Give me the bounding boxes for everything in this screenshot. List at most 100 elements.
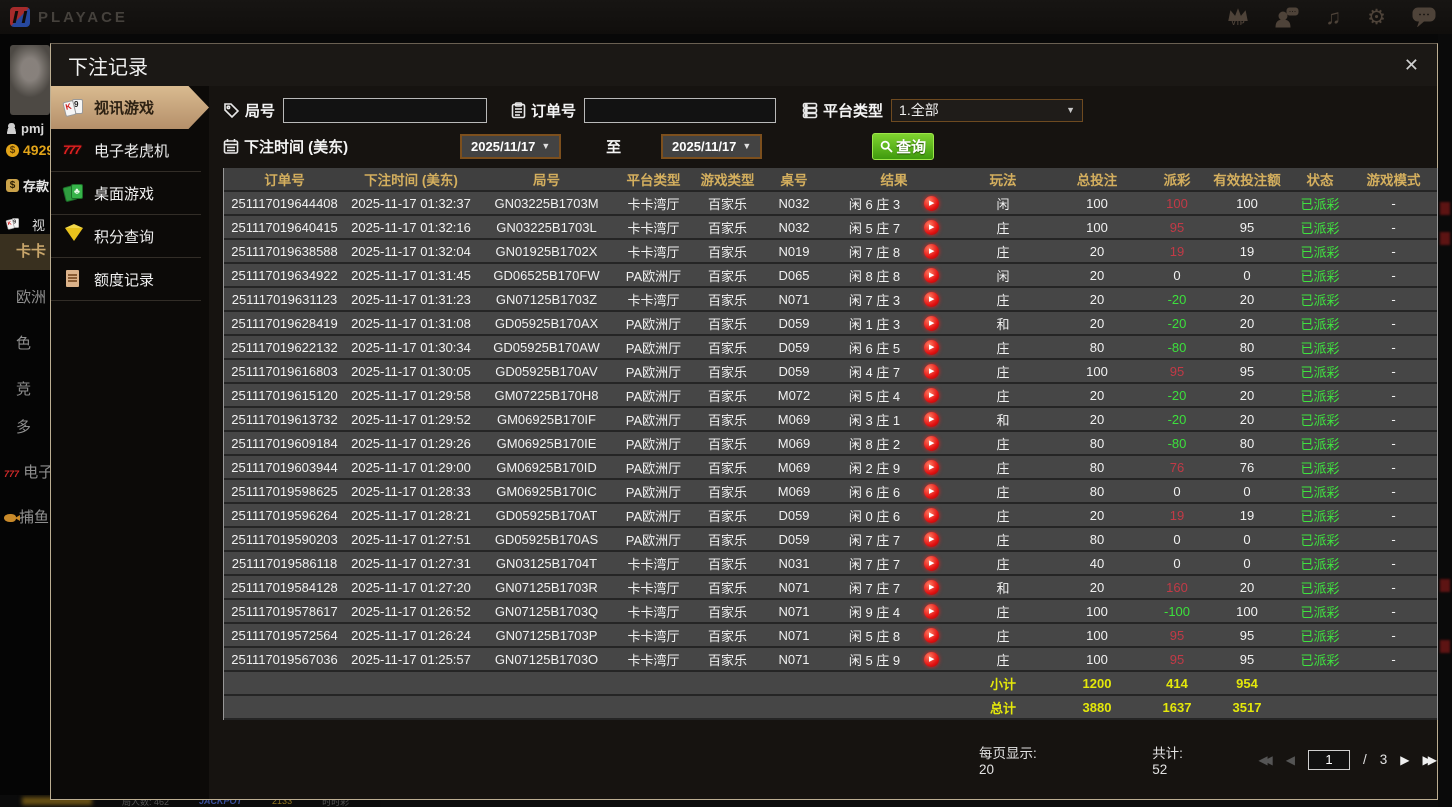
cell-play: 和 xyxy=(996,412,1010,428)
cell-mode: - xyxy=(1391,459,1396,475)
user-icon xyxy=(6,123,17,134)
result-text: 闲 6 庄 5 xyxy=(848,340,901,356)
cell-valid-bet: 20 xyxy=(1239,387,1255,403)
total-pages: 3 xyxy=(1379,752,1388,767)
cell-status: 已派彩 xyxy=(1300,556,1340,572)
replay-button[interactable]: ▶ xyxy=(924,459,940,475)
date-to-picker[interactable]: 2025/11/17 ▼ xyxy=(661,133,763,159)
close-icon[interactable]: ✕ xyxy=(1400,54,1423,76)
sidebar-item-table-games[interactable]: 桌面游戏 xyxy=(51,172,201,215)
replay-button[interactable]: ▶ xyxy=(924,627,940,643)
replay-button[interactable]: ▶ xyxy=(924,603,940,619)
first-page-icon[interactable]: ◀◀ xyxy=(1258,753,1273,767)
cell-payout: 95 xyxy=(1169,627,1185,643)
table-row: 251117019590203 2025-11-17 01:27:51 GD0592… xyxy=(224,528,1437,552)
cell-status: 已派彩 xyxy=(1300,364,1340,380)
clipboard-icon xyxy=(511,101,526,118)
table-row: 251117019615120 2025-11-17 01:29:58 GM0722… xyxy=(224,384,1437,408)
table-row: 251117019638588 2025-11-17 01:32:04 GN0192… xyxy=(224,240,1437,264)
table-row: 251117019644408 2025-11-17 01:32:37 GN0322… xyxy=(224,192,1437,216)
cell-valid-bet: 80 xyxy=(1239,435,1255,451)
cell-mode: - xyxy=(1391,363,1396,379)
date-from-picker[interactable]: 2025/11/17 ▼ xyxy=(460,133,562,159)
customer-service-icon[interactable] xyxy=(1275,7,1299,28)
music-icon[interactable]: ♫ xyxy=(1325,7,1341,28)
cell-mode: - xyxy=(1391,651,1396,667)
replay-button[interactable]: ▶ xyxy=(924,411,940,427)
cell-round-id: GN07125B1703P xyxy=(495,627,598,643)
search-button[interactable]: 查询 xyxy=(872,132,935,160)
cell-status: 已派彩 xyxy=(1300,436,1340,452)
cell-total-bet: 80 xyxy=(1089,339,1105,355)
replay-button[interactable]: ▶ xyxy=(924,651,940,667)
order-number-input[interactable] xyxy=(584,97,777,123)
cell-payout: -100 xyxy=(1163,603,1191,619)
cards-icon: K9 xyxy=(5,218,20,231)
col-bet-time: 下注时间 (美东) xyxy=(364,173,458,188)
replay-button[interactable]: ▶ xyxy=(924,483,940,499)
replay-button[interactable]: ▶ xyxy=(924,531,940,547)
table-row: 251117019616803 2025-11-17 01:30:05 GD0592… xyxy=(224,360,1437,384)
replay-button[interactable]: ▶ xyxy=(924,387,940,403)
page-separator: / xyxy=(1363,752,1367,767)
lobby-background-left: pmj $ 4929 $ 存款 K9 视 卡卡 欧洲 色 竞 多 777 电子 … xyxy=(0,34,50,807)
replay-button[interactable]: ▶ xyxy=(924,315,940,331)
replay-button[interactable]: ▶ xyxy=(924,507,940,523)
cell-round-id: GM06925B170IE xyxy=(496,435,597,451)
replay-button[interactable]: ▶ xyxy=(924,555,940,571)
next-page-icon[interactable]: ▶ xyxy=(1400,753,1409,767)
cell-result: 闲 2 庄 9 ▶ xyxy=(824,458,964,477)
cell-play: 闲 xyxy=(996,196,1010,212)
cell-play: 庄 xyxy=(996,532,1010,548)
col-platform: 平台类型 xyxy=(626,173,681,188)
sidebar-item-video-games[interactable]: K9 视讯游戏 xyxy=(51,86,209,129)
replay-button[interactable]: ▶ xyxy=(924,243,940,259)
cell-game-type: 百家乐 xyxy=(707,364,747,380)
chat-icon[interactable] xyxy=(1412,7,1436,27)
result-text: 闲 6 庄 3 xyxy=(848,196,901,212)
replay-button[interactable]: ▶ xyxy=(924,291,940,307)
cell-mode: - xyxy=(1391,435,1396,451)
cell-payout: -20 xyxy=(1167,411,1187,427)
cell-order-id: 251117019590203 xyxy=(231,531,338,547)
table-row: 251117019572564 2025-11-17 01:26:24 GN0712… xyxy=(224,624,1437,648)
prev-page-icon[interactable]: ◀ xyxy=(1286,753,1295,767)
replay-button[interactable]: ▶ xyxy=(924,435,940,451)
cell-play: 小计 xyxy=(989,676,1016,692)
avatar xyxy=(10,45,50,115)
replay-button[interactable]: ▶ xyxy=(924,219,940,235)
menu-fragment: 视 xyxy=(32,217,46,233)
platform-type-select[interactable]: 1.全部 ▼ xyxy=(891,98,1084,122)
page-number-input[interactable] xyxy=(1308,749,1351,770)
cell-result: 闲 7 庄 7 ▶ xyxy=(824,578,964,597)
table-row: 251117019634922 2025-11-17 01:31:45 GD0652… xyxy=(224,264,1437,288)
last-page-icon[interactable]: ▶▶ xyxy=(1423,753,1438,767)
replay-button[interactable]: ▶ xyxy=(924,267,940,283)
sidebar-item-slots[interactable]: 777 电子老虎机 xyxy=(51,129,201,172)
slot-777-icon: 777 xyxy=(63,143,81,157)
replay-button[interactable]: ▶ xyxy=(924,363,940,379)
cell-total-bet: 20 xyxy=(1089,579,1105,595)
cell-order-id: 251117019586118 xyxy=(231,555,338,571)
cell-platform: 卡卡湾厅 xyxy=(627,220,680,236)
cell-total-bet: 20 xyxy=(1089,291,1105,307)
cell-order-id: 251117019584128 xyxy=(231,579,338,595)
cell-play: 和 xyxy=(996,580,1010,596)
cell-total-bet: 20 xyxy=(1089,411,1105,427)
cell-table-no: M069 xyxy=(777,483,811,499)
vip-icon[interactable]: VIP xyxy=(1227,7,1249,27)
sidebar-item-quota-records[interactable]: 额度记录 xyxy=(51,258,201,301)
gear-icon[interactable]: ⚙ xyxy=(1367,7,1386,28)
round-number-input[interactable] xyxy=(283,97,488,123)
cell-bet-time: 2025-11-17 01:32:04 xyxy=(351,243,471,259)
cell-status: 已派彩 xyxy=(1300,220,1340,236)
cell-total-bet: 40 xyxy=(1089,555,1105,571)
replay-button[interactable]: ▶ xyxy=(924,339,940,355)
replay-button[interactable]: ▶ xyxy=(924,195,940,211)
sidebar-item-points-query[interactable]: 积分查询 xyxy=(51,215,201,258)
cell-round-id: GN07125B1703Z xyxy=(495,291,598,307)
table-row: 251117019578617 2025-11-17 01:26:52 GN0712… xyxy=(224,600,1437,624)
cell-mode: - xyxy=(1391,339,1396,355)
cell-total-bet: 100 xyxy=(1086,219,1108,235)
replay-button[interactable]: ▶ xyxy=(924,579,940,595)
